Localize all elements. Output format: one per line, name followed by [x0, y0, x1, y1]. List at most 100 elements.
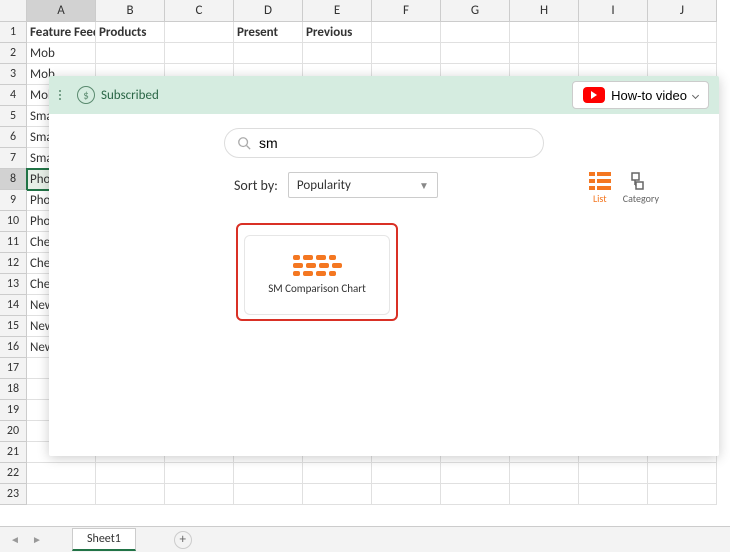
next-sheet-arrow[interactable]: ►: [30, 533, 44, 546]
view-toggle: List Category: [589, 172, 659, 205]
cell[interactable]: [510, 484, 579, 505]
sm-chart-icon: [293, 255, 342, 276]
row-header[interactable]: 6: [0, 127, 27, 148]
results-area: SM Comparison Chart: [49, 211, 719, 333]
panel-header: $ Subscribed How-to video: [49, 76, 719, 114]
cell[interactable]: [303, 484, 372, 505]
row-header[interactable]: 20: [0, 421, 27, 442]
row-header[interactable]: 14: [0, 295, 27, 316]
cell[interactable]: [96, 484, 165, 505]
cell[interactable]: [234, 43, 303, 64]
list-icon: [589, 172, 611, 190]
cell[interactable]: [303, 43, 372, 64]
row-header[interactable]: 21: [0, 442, 27, 463]
cell[interactable]: [579, 22, 648, 43]
cell[interactable]: [441, 463, 510, 484]
howto-video-button[interactable]: How-to video: [572, 81, 709, 109]
view-list-button[interactable]: List: [589, 172, 611, 205]
cell[interactable]: Present: [234, 22, 303, 43]
cell[interactable]: [372, 463, 441, 484]
row-header[interactable]: 1: [0, 22, 27, 43]
row-header[interactable]: 7: [0, 148, 27, 169]
drag-handle-icon[interactable]: [59, 90, 69, 100]
cell[interactable]: [372, 43, 441, 64]
row-header[interactable]: 9: [0, 190, 27, 211]
cell[interactable]: [303, 463, 372, 484]
sort-value: Popularity: [297, 178, 351, 193]
cell[interactable]: [648, 463, 717, 484]
cell[interactable]: [165, 43, 234, 64]
cell[interactable]: [579, 484, 648, 505]
row-header[interactable]: 17: [0, 358, 27, 379]
cell[interactable]: [510, 22, 579, 43]
row-header[interactable]: 13: [0, 274, 27, 295]
chart-result-card[interactable]: SM Comparison Chart: [236, 223, 398, 321]
cell[interactable]: [96, 43, 165, 64]
col-header[interactable]: G: [441, 0, 510, 22]
chart-result-label: SM Comparison Chart: [268, 282, 366, 295]
row-header[interactable]: 18: [0, 379, 27, 400]
row-header[interactable]: 19: [0, 400, 27, 421]
cell[interactable]: [234, 463, 303, 484]
cell[interactable]: [579, 463, 648, 484]
col-header[interactable]: A: [27, 0, 96, 22]
cell[interactable]: [96, 463, 165, 484]
cell[interactable]: [234, 484, 303, 505]
cell[interactable]: [648, 484, 717, 505]
cell[interactable]: [510, 463, 579, 484]
cell[interactable]: [510, 43, 579, 64]
row-header[interactable]: 12: [0, 253, 27, 274]
row-header[interactable]: 10: [0, 211, 27, 232]
cell[interactable]: Products: [96, 22, 165, 43]
sort-select[interactable]: Popularity ▼: [288, 172, 438, 198]
view-category-button[interactable]: Category: [623, 172, 659, 205]
col-header[interactable]: B: [96, 0, 165, 22]
row-header[interactable]: 4: [0, 85, 27, 106]
row-header[interactable]: 15: [0, 316, 27, 337]
cell[interactable]: [648, 22, 717, 43]
search-box[interactable]: [224, 128, 544, 158]
cell[interactable]: [441, 22, 510, 43]
search-row: [49, 114, 719, 166]
row-header[interactable]: 3: [0, 64, 27, 85]
row-header[interactable]: 11: [0, 232, 27, 253]
chevron-down-icon: ▼: [419, 179, 429, 192]
cell[interactable]: [579, 43, 648, 64]
col-header[interactable]: C: [165, 0, 234, 22]
cell[interactable]: [441, 43, 510, 64]
cell[interactable]: [372, 22, 441, 43]
sheet-tab[interactable]: Sheet1: [72, 528, 136, 551]
view-list-label: List: [593, 192, 607, 205]
row-header[interactable]: 22: [0, 463, 27, 484]
row-header[interactable]: 8: [0, 169, 27, 190]
sheet-tab-bar: ◄ ► Sheet1 +: [0, 526, 730, 552]
row-header[interactable]: 23: [0, 484, 27, 505]
cell[interactable]: [27, 463, 96, 484]
add-sheet-button[interactable]: +: [174, 531, 192, 549]
select-all-corner[interactable]: [0, 0, 27, 22]
col-header[interactable]: J: [648, 0, 717, 22]
category-icon: [630, 172, 652, 190]
col-header[interactable]: F: [372, 0, 441, 22]
sort-area: Sort by: Popularity ▼: [234, 172, 438, 198]
cell[interactable]: Mob: [27, 43, 96, 64]
col-header[interactable]: H: [510, 0, 579, 22]
cell[interactable]: [165, 22, 234, 43]
row-header[interactable]: 2: [0, 43, 27, 64]
cell[interactable]: [648, 43, 717, 64]
col-header[interactable]: E: [303, 0, 372, 22]
cell[interactable]: [441, 484, 510, 505]
col-header[interactable]: I: [579, 0, 648, 22]
cell[interactable]: [372, 484, 441, 505]
cell[interactable]: Feature Feedback: [27, 22, 96, 43]
row-header[interactable]: 5: [0, 106, 27, 127]
cell[interactable]: Previous: [303, 22, 372, 43]
prev-sheet-arrow[interactable]: ◄: [8, 533, 22, 546]
search-icon: [237, 136, 251, 150]
cell[interactable]: [165, 484, 234, 505]
col-header[interactable]: D: [234, 0, 303, 22]
row-header[interactable]: 16: [0, 337, 27, 358]
search-input[interactable]: [259, 135, 531, 151]
cell[interactable]: [165, 463, 234, 484]
cell[interactable]: [27, 484, 96, 505]
